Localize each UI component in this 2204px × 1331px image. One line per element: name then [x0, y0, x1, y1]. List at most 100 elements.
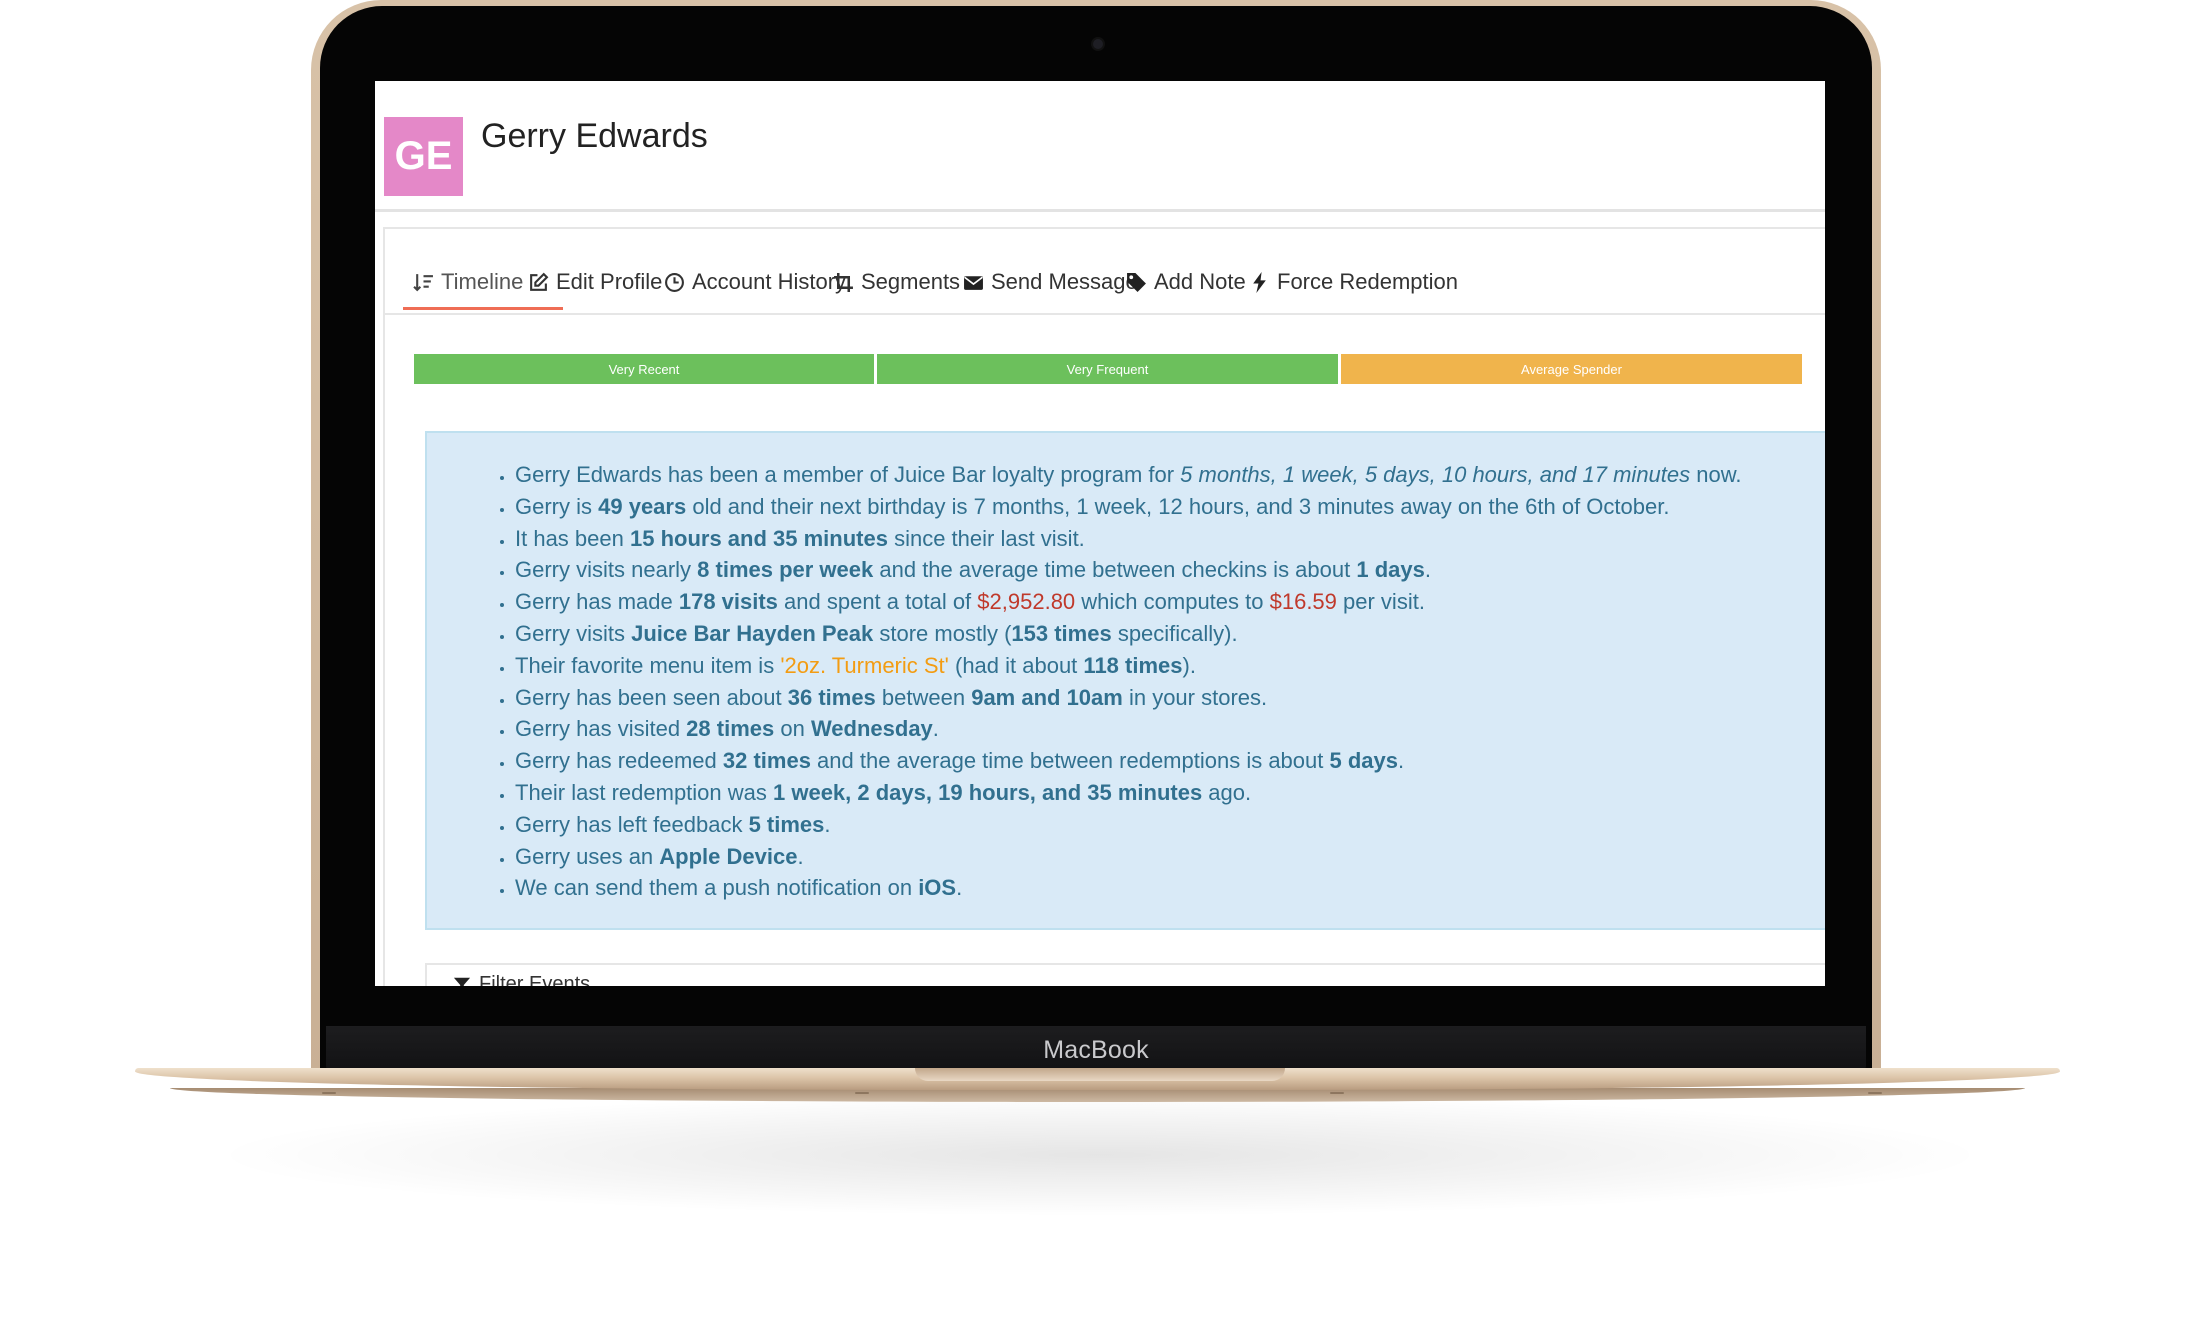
insight-highlight: 15 hours and 35 minutes — [629, 525, 888, 551]
insight-highlight: 5 days — [1329, 748, 1398, 774]
sort-icon — [413, 273, 433, 291]
insight-text: store mostly ( — [873, 620, 1012, 646]
insight-text: . — [797, 843, 804, 869]
insight-highlight: iOS — [918, 875, 957, 901]
crop-icon — [834, 272, 853, 292]
insight-text: Gerry visits — [515, 620, 632, 646]
tab-send-message[interactable]: Send Message — [963, 265, 1138, 299]
tab-segments[interactable]: Segments — [833, 265, 960, 299]
insight-highlight: 153 times — [1011, 620, 1112, 646]
insight-highlight: Wednesday — [810, 716, 933, 742]
insight-item: Gerry uses an Apple Device. — [515, 841, 1825, 873]
insight-highlight: 32 times — [722, 748, 811, 774]
insight-item: Gerry Edwards has been a member of Juice… — [515, 459, 1825, 491]
insight-text: per visit. — [1336, 589, 1425, 615]
insight-text: . — [932, 716, 939, 742]
filter-icon — [453, 977, 471, 986]
insight-highlight: 28 times — [686, 716, 775, 742]
insight-item: Gerry has visited 28 times on Wednesday. — [515, 713, 1825, 745]
filter-events-panel[interactable]: Filter Events — [425, 963, 1825, 986]
tab-timeline[interactable]: Timeline — [413, 265, 523, 299]
insight-text: Gerry is — [515, 493, 599, 519]
insight-item: Gerry visits Juice Bar Hayden Peak store… — [515, 618, 1825, 650]
insight-text: . — [956, 875, 963, 901]
tab-label: Send Message — [991, 269, 1138, 294]
clock-icon — [665, 272, 684, 292]
insight-item: It has been 15 hours and 35 minutes sinc… — [515, 523, 1825, 555]
insight-text: and the average time between redemptions… — [810, 748, 1330, 774]
segment-very-frequent: Very Frequent — [877, 354, 1338, 384]
tab-label: Force Redemption — [1277, 269, 1458, 294]
tab-label: Timeline — [441, 269, 524, 294]
active-tab-indicator — [403, 307, 563, 310]
insight-text: and spent a total of — [777, 589, 978, 615]
insight-text: Gerry has redeemed — [515, 748, 723, 774]
brand-label: MacBook — [1043, 1036, 1149, 1064]
insight-text: old and their next birthday is 7 months,… — [686, 493, 1670, 519]
insight-text: between — [875, 684, 972, 710]
insight-text: Gerry has been seen about — [515, 684, 788, 710]
tab-edit-profile[interactable]: Edit Profile — [528, 265, 662, 299]
insight-text: ). — [1182, 652, 1196, 678]
insight-highlight: 178 visits — [678, 589, 778, 615]
camera-icon — [1093, 39, 1103, 49]
insight-text: We can send them a push notification on — [515, 875, 919, 901]
tab-add-note[interactable]: Add Note — [1126, 265, 1246, 299]
insight-item: Gerry has redeemed 32 times and the aver… — [515, 745, 1825, 777]
laptop-foot — [1868, 1092, 1882, 1094]
tab-label: Account History — [692, 269, 847, 294]
insight-item: Gerry has made 178 visits and spent a to… — [515, 586, 1825, 618]
segment-very-recent: Very Recent — [414, 354, 874, 384]
tab-account-history[interactable]: Account History — [664, 265, 846, 299]
insight-text: Gerry visits nearly — [515, 557, 698, 583]
insight-text: since their last visit. — [887, 525, 1085, 551]
segment-bar: Very Recent Very Frequent Average Spende… — [414, 354, 1802, 384]
insight-text: Gerry has made — [515, 589, 679, 615]
tab-label: Segments — [861, 269, 961, 294]
tab-force-redemption[interactable]: Force Redemption — [1249, 265, 1458, 299]
insight-highlight: 9am and 10am — [971, 684, 1123, 710]
insight-highlight: 1 week, 2 days, 19 hours, and 35 minutes — [773, 779, 1203, 805]
insight-highlight: '2oz. Turmeric St' — [780, 652, 949, 678]
insight-text: Gerry has visited — [515, 716, 687, 742]
insight-text: Gerry uses an — [515, 843, 660, 869]
insight-highlight: 36 times — [787, 684, 876, 710]
segment-average-spender: Average Spender — [1341, 354, 1802, 384]
insight-item: Gerry visits nearly 8 times per week and… — [515, 554, 1825, 586]
insight-text: Gerry has left feedback — [515, 811, 749, 837]
insight-text: on — [774, 716, 811, 742]
insight-item: We can send them a push notification on … — [515, 872, 1825, 904]
laptop-hinge-notch — [915, 1068, 1285, 1081]
laptop-foot — [1330, 1092, 1344, 1094]
laptop-foot — [322, 1092, 336, 1094]
insight-highlight: $16.59 — [1269, 589, 1337, 615]
floor-shadow — [230, 1095, 1970, 1215]
insight-item: Their last redemption was 1 week, 2 days… — [515, 777, 1825, 809]
customer-name: Gerry Edwards — [481, 117, 708, 155]
insight-item: Gerry is 49 years old and their next bir… — [515, 491, 1825, 523]
insight-highlight: 5 months, 1 week, 5 days, 10 hours, and … — [1180, 462, 1691, 487]
insight-highlight: Juice Bar Hayden Peak — [631, 620, 874, 646]
insight-highlight: 8 times per week — [697, 557, 874, 583]
insight-highlight: 1 days — [1356, 557, 1425, 583]
bolt-icon — [1253, 271, 1266, 293]
insight-text: in your stores. — [1122, 684, 1268, 710]
insight-text: which computes to — [1075, 589, 1270, 615]
segment-label: Very Frequent — [1066, 361, 1149, 377]
insight-item: Their favorite menu item is '2oz. Turmer… — [515, 650, 1825, 682]
laptop-chin: MacBook — [326, 1026, 1866, 1070]
insight-text: Their favorite menu item is — [515, 652, 781, 678]
insight-text: Gerry Edwards has been a member of Juice… — [515, 462, 1181, 487]
tab-label: Edit Profile — [556, 269, 663, 294]
tab-label: Add Note — [1154, 269, 1246, 294]
envelope-icon — [964, 275, 983, 290]
app-screen: GE Gerry Edwards Timeline Edit Profile A… — [375, 81, 1825, 986]
segment-label: Very Recent — [608, 361, 680, 377]
segment-label: Average Spender — [1521, 361, 1622, 377]
insight-highlight: 118 times — [1083, 652, 1183, 678]
profile-header: GE Gerry Edwards — [375, 81, 1825, 212]
insight-text: . — [1397, 748, 1405, 774]
tab-bar: Timeline Edit Profile Account History Se… — [385, 229, 1825, 315]
filter-events-header[interactable]: Filter Events — [453, 973, 590, 986]
laptop-foot — [855, 1092, 869, 1094]
